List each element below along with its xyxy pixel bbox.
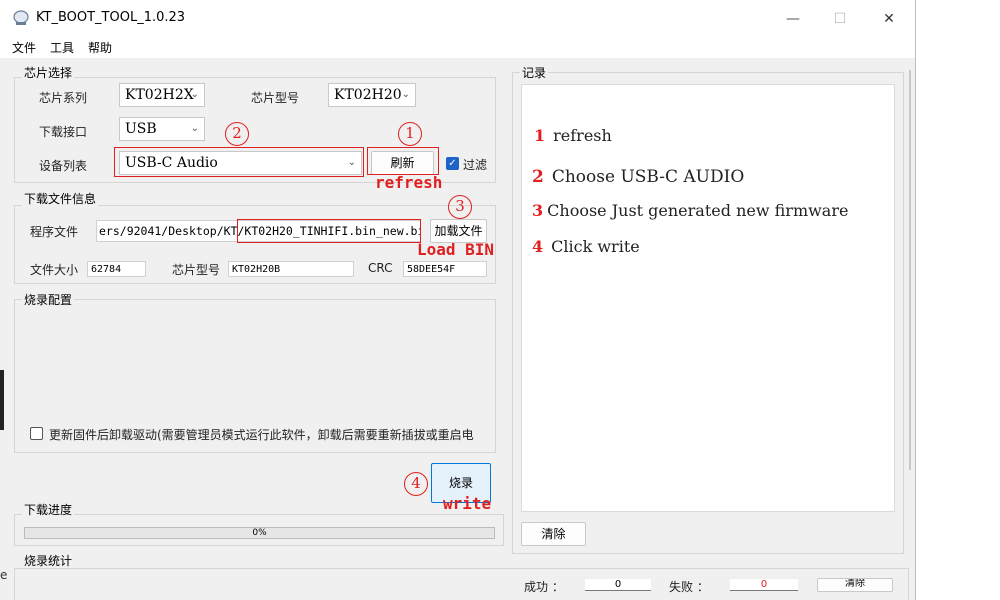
window-title: KT_BOOT_TOOL_1.0.23 [36,10,186,25]
filter-checkbox[interactable]: ✓ [446,157,459,170]
annotation-step-2: 2 [225,122,249,146]
crc-label: CRC [368,261,393,275]
progress-percent: 0% [252,528,267,538]
download-info-title: 下载文件信息 [22,192,99,206]
fail-count: 0 [730,579,798,591]
chip-series-value: KT02H2X [125,87,194,103]
log-text-area[interactable]: 1 refresh 2 Choose USB-C AUDIO 3 Choose Jus… [521,84,895,512]
annotation-step-1: 1 [398,122,422,146]
annotation-load-bin-text: Load BIN [417,240,495,259]
annotation-refresh-highlight [367,147,439,175]
device-list-label: 设备列表 [39,159,88,173]
chevron-down-icon: ⌄ [401,89,410,100]
menu-tools[interactable]: 工具 [50,39,74,56]
log-line: 3 Choose Just generated new firmware [532,201,849,220]
progress-title: 下载进度 [22,503,75,517]
close-button[interactable]: ✕ [875,6,903,32]
log-line: 1 refresh [534,126,612,145]
crc-value: 58DEE54F [403,261,487,277]
background-window-fragment: e [0,568,8,582]
log-line: 2 Choose USB-C AUDIO [532,167,745,187]
filter-label: 过滤 [463,158,488,172]
log-title: 记录 [520,66,549,80]
scrollbar-thumb[interactable] [909,70,911,470]
file-size-value: 62784 [87,261,146,277]
program-file-label: 程序文件 [30,225,79,239]
annotation-file-highlight [237,219,421,243]
fail-label: 失败 ： [669,580,709,594]
annotation-write-text: write [443,494,492,513]
interface-label: 下载接口 [39,125,88,139]
annotation-step-4: 4 [404,472,428,496]
file-chip-model-value: KT02H20B [228,261,354,277]
chip-series-select[interactable]: KT02H2X ⌄ [119,83,205,107]
stats-clear-button[interactable]: 清除 [817,578,893,592]
file-chip-model-label: 芯片型号 [172,263,221,277]
background-window-fragment [0,370,4,430]
burn-stats-title: 烧录统计 [22,554,75,568]
chip-model-value: KT02H20 [334,87,402,103]
annotation-step-3: 3 [448,195,472,219]
interface-value: USB [125,121,157,137]
menu-help[interactable]: 帮助 [88,39,112,56]
annotation-device-highlight [114,147,364,177]
menu-bar: 文件 工具 帮助 [0,36,915,58]
annotation-refresh-text: refresh [375,173,443,192]
file-size-label: 文件大小 [30,263,79,277]
app-window: KT_BOOT_TOOL_1.0.23 — ☐ ✕ 文件 工具 帮助 芯片选择 … [0,0,916,600]
log-line: 4 Click write [532,237,640,256]
burn-config-title: 烧录配置 [22,293,75,307]
chevron-down-icon: ⌄ [190,89,199,100]
interface-select[interactable]: USB ⌄ [119,117,205,141]
download-progress-bar: 0% [24,527,495,539]
chip-model-select[interactable]: KT02H20 ⌄ [328,83,416,107]
title-bar[interactable]: KT_BOOT_TOOL_1.0.23 — ☐ ✕ [0,0,915,36]
menu-file[interactable]: 文件 [12,39,36,56]
chip-select-title: 芯片选择 [22,66,75,80]
success-count: 0 [585,579,651,591]
app-logo-icon [13,10,29,25]
uninstall-driver-checkbox[interactable] [30,427,43,440]
chevron-down-icon: ⌄ [190,123,199,134]
minimize-button[interactable]: — [779,6,807,32]
success-label: 成功 ： [524,580,564,594]
chip-series-label: 芯片系列 [39,91,88,105]
maximize-button[interactable]: ☐ [826,6,854,32]
uninstall-driver-label: 更新固件后卸载驱动(需要管理员模式运行此软件，卸载后需要重新插拔或重启电 [49,428,474,442]
window-scrollbar[interactable] [905,70,915,480]
chip-model-label: 芯片型号 [251,91,300,105]
log-clear-button[interactable]: 清除 [521,522,586,546]
